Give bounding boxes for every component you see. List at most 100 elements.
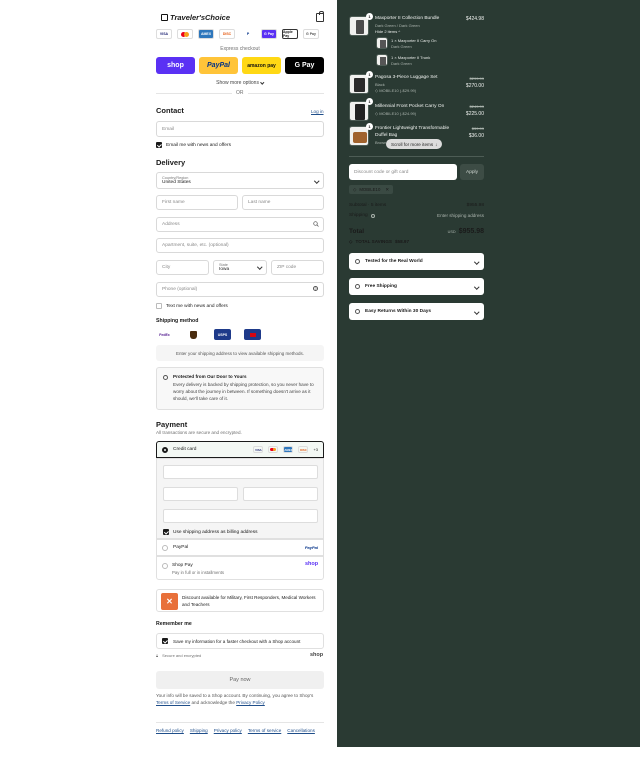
scroll-more-pill[interactable]: Scroll for more items ↓ bbox=[386, 139, 443, 149]
shipping-value: Enter shipping address bbox=[437, 213, 484, 218]
pay-now-button[interactable]: Pay now bbox=[156, 671, 324, 689]
cancellations-link[interactable]: Cancellations bbox=[287, 728, 315, 733]
shipping-link[interactable]: Shipping bbox=[190, 728, 208, 733]
first-name-field[interactable]: First name bbox=[156, 195, 238, 210]
accordion-free-shipping[interactable]: Free Shipping bbox=[349, 278, 484, 295]
protection-card: Protected from Our Door to Yours Every d… bbox=[156, 367, 324, 410]
hide-items-toggle[interactable]: Hide 2 items ^ bbox=[375, 29, 400, 34]
lock-icon: 🔒︎ bbox=[156, 653, 159, 658]
accordion-label: Easy Returns Within 30 Days bbox=[365, 309, 432, 314]
chevron-down-icon bbox=[473, 284, 479, 289]
refund-policy-link[interactable]: Refund policy bbox=[156, 728, 184, 733]
discount-banner: ✕ Discount available for Military, First… bbox=[156, 589, 324, 612]
terms-link[interactable]: Terms of Service bbox=[156, 700, 190, 705]
paypal-button[interactable]: PayPal bbox=[199, 57, 238, 74]
checkout-form-column: Traveler'sChoice VISA AMEX DISC P G Pay … bbox=[0, 0, 337, 774]
quantity-badge: 1 bbox=[366, 98, 373, 105]
brand-logo[interactable]: Traveler'sChoice bbox=[161, 13, 230, 22]
applied-code-label: MOBILE10 bbox=[359, 187, 381, 192]
accordion-returns[interactable]: Easy Returns Within 30 Days bbox=[349, 303, 484, 320]
privacy-policy-link[interactable]: Privacy policy bbox=[214, 728, 242, 733]
google-pay-button[interactable]: G Pay bbox=[285, 57, 324, 74]
discount-banner-text: Discount available for Military, First R… bbox=[182, 595, 316, 607]
shipping-label: Shipping bbox=[349, 213, 368, 218]
product-thumbnail bbox=[349, 101, 369, 121]
text-offers-row[interactable]: Text me with news and offers bbox=[156, 303, 228, 309]
city-field[interactable]: City bbox=[156, 260, 209, 275]
protection-body: Every delivery is backed by shipping pro… bbox=[173, 382, 314, 401]
amazon-pay-button[interactable]: amazon pay bbox=[242, 57, 281, 74]
text-offers-checkbox[interactable] bbox=[156, 303, 162, 309]
email-field[interactable]: Email bbox=[156, 121, 324, 137]
billing-same-label: Use shipping address as billing address bbox=[173, 529, 258, 535]
discover-icon: DISC bbox=[219, 29, 235, 39]
subitem-variant: Dark Green bbox=[391, 44, 412, 49]
paypal-option[interactable]: PayPal PayPal bbox=[156, 539, 324, 556]
save-info-row[interactable]: Save my information for a faster checkou… bbox=[156, 633, 324, 649]
item-discount: ◇ MOBILE10 (-$24.99) bbox=[375, 111, 417, 116]
shop-pay-label: Shop Pay bbox=[172, 563, 193, 568]
discount-code-input[interactable]: Discount code or gift card bbox=[349, 164, 457, 180]
shipping-notice: Enter your shipping address to view avai… bbox=[156, 345, 324, 361]
credit-card-radio[interactable] bbox=[162, 446, 168, 453]
card-form-panel: Use shipping address as billing address bbox=[156, 458, 324, 539]
subtotal-label: Subtotal · 5 items bbox=[349, 203, 387, 208]
paypal-radio[interactable] bbox=[162, 544, 168, 551]
subitem-name: 1 × Maxporter II Trunk bbox=[391, 55, 431, 60]
total-value: $955.98 bbox=[458, 228, 484, 235]
more-cards-badge: +3 bbox=[313, 447, 318, 452]
item-price: $225.00 bbox=[465, 111, 484, 117]
product-thumbnail bbox=[349, 16, 369, 36]
address-field[interactable]: Address bbox=[156, 217, 324, 232]
visa-icon: VISA bbox=[253, 446, 264, 453]
country-select[interactable]: Country/Region United States bbox=[156, 172, 324, 189]
last-name-field[interactable]: Last name bbox=[242, 195, 324, 210]
info-icon[interactable] bbox=[370, 213, 375, 218]
apply-button[interactable]: Apply bbox=[460, 164, 484, 180]
express-checkout-title: Express checkout bbox=[220, 46, 260, 52]
usps-logo: USPS bbox=[214, 329, 231, 340]
save-info-checkbox[interactable] bbox=[162, 638, 168, 644]
amex-icon: AMEX bbox=[283, 446, 294, 453]
shop-pay-sub: Pay in full or in installments bbox=[172, 570, 225, 575]
discount-label: MOBILE10 (-$24.99) bbox=[379, 111, 417, 116]
billing-same-checkbox[interactable] bbox=[163, 529, 169, 535]
expiration-field[interactable] bbox=[163, 487, 238, 501]
item-variant: Dark Green / Dark Green bbox=[375, 23, 420, 28]
gpay-icon: G Pay bbox=[261, 29, 277, 39]
chevron-down-icon bbox=[260, 79, 265, 84]
apartment-field[interactable]: Apartment, suite, etc. (optional) bbox=[156, 238, 324, 253]
shop-pay-radio[interactable] bbox=[162, 563, 168, 569]
billing-same-row[interactable]: Use shipping address as billing address bbox=[163, 529, 258, 535]
shop-pay-option[interactable]: Shop Pay Pay in full or in installments … bbox=[156, 556, 324, 580]
total-label: Total bbox=[349, 228, 365, 235]
item-name: Millennial Front Pocket Carry On bbox=[375, 104, 445, 109]
divider bbox=[156, 722, 324, 723]
accordion-tested[interactable]: Tested for the Real World bbox=[349, 253, 484, 270]
zip-field[interactable]: ZIP code bbox=[271, 260, 324, 275]
item-old-price: $249.99 bbox=[469, 104, 484, 109]
show-more-options-button[interactable]: Show more options bbox=[156, 79, 324, 86]
privacy-link[interactable]: Privacy Policy bbox=[236, 700, 265, 705]
legal-prefix: Your info will be saved to a Shop accoun… bbox=[156, 693, 314, 698]
item-name: Pagosa 3-Piece Luggage Set bbox=[375, 75, 438, 80]
newsletter-checkbox-row[interactable]: Email me with news and offers bbox=[156, 142, 231, 148]
toggle-label: Hide 2 items bbox=[375, 29, 398, 34]
item-old-price: $299.99 bbox=[469, 76, 484, 81]
card-number-field[interactable] bbox=[163, 465, 318, 479]
login-link[interactable]: Log in bbox=[311, 109, 324, 114]
name-on-card-field[interactable] bbox=[163, 509, 318, 523]
info-icon bbox=[163, 375, 168, 380]
terms-of-service-link[interactable]: Terms of service bbox=[248, 728, 281, 733]
paypal-logo: PayPal bbox=[304, 545, 318, 550]
close-icon[interactable]: ✕ bbox=[385, 187, 389, 193]
credit-card-option[interactable]: Credit card VISA AMEX DISC +3 bbox=[156, 441, 324, 458]
help-icon[interactable]: ? bbox=[313, 286, 318, 291]
phone-field[interactable]: Phone (optional) bbox=[156, 282, 324, 297]
shopping-bag-icon[interactable] bbox=[316, 11, 324, 22]
shop-pay-button[interactable]: shop bbox=[156, 57, 195, 74]
apple-pay-icon: Apple Pay bbox=[282, 29, 298, 39]
save-info-label: Save my information for a faster checkou… bbox=[173, 638, 301, 644]
newsletter-checkbox[interactable] bbox=[156, 142, 162, 148]
security-code-field[interactable] bbox=[243, 487, 318, 501]
